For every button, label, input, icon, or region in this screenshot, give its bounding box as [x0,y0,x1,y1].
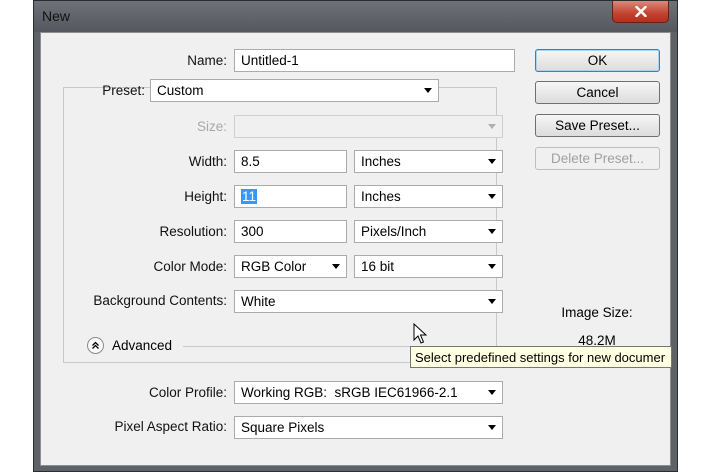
preset-select[interactable]: Custom [150,79,439,102]
width-label: Width: [188,154,227,169]
resolution-value: 300 [241,224,264,239]
dialog-body: Name: Untitled-1 Preset: Custom Size: Wi… [40,32,672,466]
window-title: New [42,8,71,24]
background-contents-label: Background Contents: [93,293,227,308]
width-value: 8.5 [241,154,260,169]
chevron-down-icon [488,194,496,199]
size-label: Size: [196,119,227,134]
advanced-toggle-button[interactable] [87,337,104,354]
height-unit-value: Inches [361,189,401,204]
chevron-down-icon [488,390,496,395]
mouse-pointer-icon [413,323,427,344]
height-value: 11 [241,189,258,204]
advanced-label[interactable]: Advanced [112,338,172,353]
height-input[interactable]: 11 [234,185,347,208]
cancel-button[interactable]: Cancel [535,81,660,104]
chevron-down-icon [488,425,496,430]
chevron-down-icon [488,124,496,129]
pixel-aspect-ratio-value: Square Pixels [241,420,325,435]
width-unit-value: Inches [361,154,401,169]
size-select[interactable] [234,115,503,138]
width-unit-select[interactable]: Inches [354,150,503,173]
pixel-aspect-ratio-label: Pixel Aspect Ratio: [114,419,227,434]
height-unit-select[interactable]: Inches [354,185,503,208]
new-document-dialog: New Name: Untitled-1 Preset: Custom Size… [33,0,678,472]
chevron-down-icon [488,264,496,269]
chevron-down-icon [424,88,432,93]
pixel-aspect-ratio-select[interactable]: Square Pixels [234,416,503,439]
close-button[interactable] [612,1,669,23]
delete-preset-button[interactable]: Delete Preset... [535,147,660,170]
chevron-down-icon [488,229,496,234]
double-chevron-up-icon [92,341,99,349]
preset-tooltip: Select predefined settings for new docum… [410,346,672,368]
bit-depth-select[interactable]: 16 bit [354,255,503,278]
color-profile-select[interactable]: Working RGB: sRGB IEC61966-2.1 [234,381,503,404]
background-contents-value: White [241,294,276,309]
title-bar[interactable]: New [34,1,677,32]
color-mode-select[interactable]: RGB Color [234,255,347,278]
color-mode-label: Color Mode: [153,259,227,274]
color-profile-value: Working RGB: sRGB IEC61966-2.1 [241,385,458,400]
close-icon [634,6,647,17]
resolution-unit-select[interactable]: Pixels/Inch [354,220,503,243]
ok-button[interactable]: OK [535,49,660,72]
bit-depth-value: 16 bit [361,259,395,274]
chevron-down-icon [488,159,496,164]
name-value: Untitled-1 [241,53,299,68]
name-input[interactable]: Untitled-1 [234,49,515,72]
resolution-label: Resolution: [159,224,227,239]
background-contents-select[interactable]: White [234,290,503,313]
chevron-down-icon [488,299,496,304]
width-input[interactable]: 8.5 [234,150,347,173]
name-label: Name: [187,53,227,68]
color-profile-label: Color Profile: [148,385,227,400]
preset-value: Custom [157,83,204,98]
resolution-unit-value: Pixels/Inch [361,224,427,239]
preset-label: Preset: [102,83,145,98]
color-mode-value: RGB Color [241,259,307,274]
save-preset-button[interactable]: Save Preset... [535,114,660,137]
height-label: Height: [184,189,227,204]
resolution-input[interactable]: 300 [234,220,347,243]
chevron-down-icon [332,264,340,269]
image-size-label: Image Size: [561,305,633,320]
